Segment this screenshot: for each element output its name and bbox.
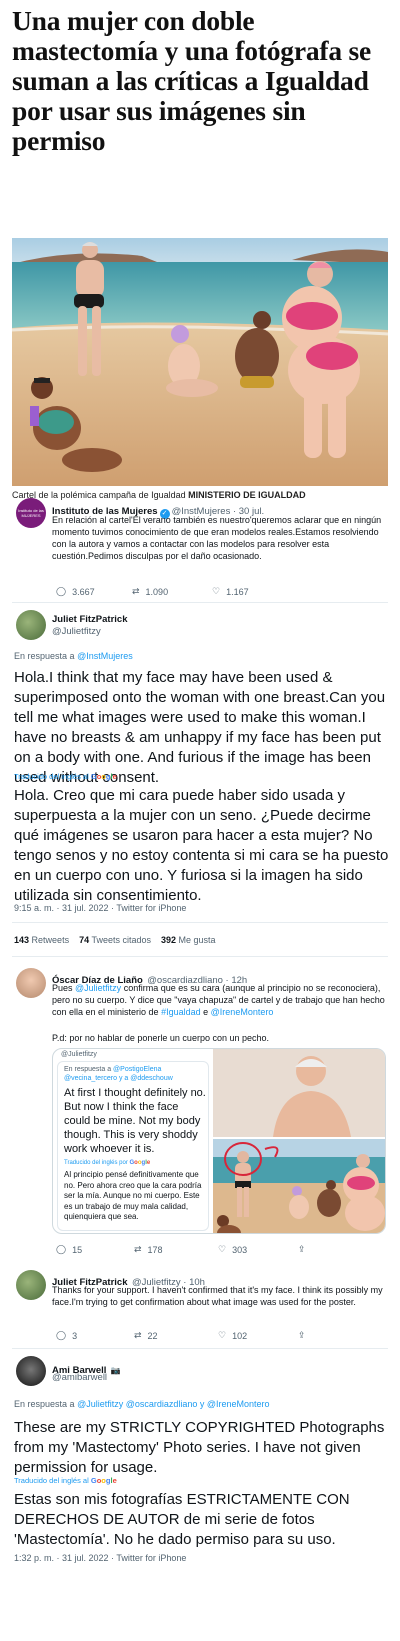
embed-handle: @Julietfitzy: [61, 1051, 97, 1058]
hashtag-igualdad[interactable]: #Igualdad: [161, 1007, 201, 1017]
reply-icon: ◯: [56, 586, 67, 596]
retweet-count: 178: [147, 1244, 163, 1255]
instituto-mujeres-avatar[interactable]: Instituto de las MUJERES: [16, 498, 46, 528]
tweet2-name[interactable]: Juliet FitzPatrick: [52, 614, 128, 625]
ami-avatar[interactable]: [16, 1356, 46, 1386]
tweet4-text: Thanks for your support. I haven't confi…: [52, 1285, 383, 1307]
divider: [12, 602, 388, 603]
reply-icon: ◯: [56, 1244, 67, 1254]
tweet2-stats: 143 Retweets 74 Tweets citados 392 Me gu…: [14, 934, 216, 946]
share-button[interactable]: ⇪: [298, 1330, 306, 1341]
tweet2-translation: Hola. Creo que mi cara puede haber sido …: [14, 787, 389, 904]
retweet-button[interactable]: ⇄ 1.090: [132, 586, 212, 597]
campaign-poster-image: [12, 238, 388, 486]
retweet-icon: ⇄: [132, 586, 140, 596]
embed-beach-photo: [213, 1139, 385, 1233]
reply-button[interactable]: ◯ 15: [56, 1244, 134, 1255]
share-button[interactable]: ⇪: [298, 1244, 306, 1255]
caption-text: Cartel de la polémica campaña de Igualda…: [12, 490, 186, 500]
embed-portrait-photo: [213, 1049, 385, 1137]
share-icon: ⇪: [298, 1244, 306, 1254]
retweet-count: 1.090: [145, 586, 169, 597]
tweet3-actions: ◯ 15 ⇄ 178 ♡ 303 ⇪: [56, 1244, 336, 1255]
divider: [12, 922, 388, 923]
like-stat-count[interactable]: 392: [161, 935, 176, 945]
like-count: 1.167: [226, 586, 249, 597]
reply-count: 15: [72, 1244, 83, 1255]
tweet5-translation: Estas son mis fotografías ESTRICTAMENTE …: [14, 1491, 350, 1548]
embed-text: At first I thought definitely no. But no…: [64, 1087, 206, 1155]
reply-label: En respuesta a: [14, 1399, 75, 1409]
caption-credit: MINISTERIO DE IGUALDAD: [188, 490, 306, 500]
oscar-avatar[interactable]: [16, 968, 46, 998]
headline: Una mujer con doble mastectomía y una fo…: [12, 5, 372, 156]
tweet2-reply-context: En respuesta a @InstMujeres: [14, 650, 133, 662]
translated-label-text: Traducido del inglés al: [14, 772, 89, 781]
mention-irenemontero[interactable]: @IreneMontero: [211, 1007, 274, 1017]
embed-tweet-card: En respuesta a @PostigoElena @vecina_ter…: [57, 1061, 209, 1231]
quote-stat-label[interactable]: Tweets citados: [91, 935, 151, 945]
embed-reply-context: En respuesta a @PostigoElena: [64, 1066, 162, 1073]
heart-icon: ♡: [218, 1244, 227, 1254]
tweet5-text: These are my STRICTLY COPYRIGHTED Photog…: [14, 1419, 385, 1476]
like-button[interactable]: ♡ 1.167: [212, 586, 249, 597]
juliet-avatar[interactable]: [16, 1270, 46, 1300]
translated-label-text: Traducido del inglés al: [14, 1476, 89, 1485]
heart-icon: ♡: [212, 586, 221, 596]
avatar-logo-text: Instituto de las MUJERES: [18, 508, 44, 518]
google-logo: Google: [90, 1476, 117, 1485]
reply-label: En respuesta a: [14, 651, 75, 661]
mention-julietfitzy[interactable]: @Julietfitzy: [75, 983, 121, 993]
quote-stat-count[interactable]: 74: [79, 935, 89, 945]
tweet2-translated-label: Traducido del inglés al Google: [14, 772, 117, 781]
embed-translated-label: Traducido del inglés por Google: [64, 1160, 151, 1166]
tweet3-text: Pues @Julietfitzy confirma que es su car…: [52, 983, 385, 1017]
embedded-screenshot[interactable]: @Julietfitzy En respuesta a @PostigoElen…: [52, 1048, 386, 1234]
like-stat-label[interactable]: Me gusta: [179, 935, 216, 945]
like-button[interactable]: ♡ 102: [218, 1330, 298, 1341]
tweet5-reply-context: En respuesta a @Julietfitzy @oscardiazdl…: [14, 1398, 270, 1410]
divider: [12, 956, 388, 957]
google-logo: Google: [90, 772, 117, 781]
juliet-avatar[interactable]: [16, 610, 46, 640]
tweet1-actions: ◯ 3.667 ⇄ 1.090 ♡ 1.167: [56, 586, 296, 597]
like-count: 102: [232, 1330, 248, 1341]
tweet2-meta: 9:15 a. m. · 31 jul. 2022 · Twitter for …: [14, 903, 187, 913]
reply-button[interactable]: ◯ 3: [56, 1330, 134, 1341]
embed-translation: Al principio pensé definitivamente que n…: [64, 1170, 202, 1221]
retweet-icon: ⇄: [134, 1330, 142, 1340]
retweet-count: 22: [147, 1330, 158, 1341]
retweet-stat-count[interactable]: 143: [14, 935, 29, 945]
tweet5-translated-label: Traducido del inglés al Google: [14, 1476, 117, 1485]
reply-to-link[interactable]: @InstMujeres: [77, 651, 133, 661]
reply-count: 3.667: [72, 586, 95, 597]
tweet5-handle[interactable]: @amibarwell: [52, 1372, 107, 1383]
divider: [12, 1348, 388, 1349]
reply-icon: ◯: [56, 1330, 67, 1340]
retweet-stat-label[interactable]: Retweets: [32, 935, 70, 945]
image-caption: Cartel de la polémica campaña de Igualda…: [12, 490, 388, 500]
like-count: 303: [232, 1244, 248, 1255]
tweet1-text: En relación al cartel'El verano también …: [52, 515, 382, 561]
reply-button[interactable]: ◯ 3.667: [56, 586, 132, 597]
tweet2-text: Hola.I think that my face may have been …: [14, 669, 386, 786]
camera-icon: 📷: [110, 1366, 121, 1375]
tweet4-actions: ◯ 3 ⇄ 22 ♡ 102 ⇪: [56, 1330, 336, 1341]
retweet-button[interactable]: ⇄ 178: [134, 1244, 218, 1255]
tweet3-pd: P.d: por no hablar de ponerle un cuerpo …: [52, 1033, 269, 1043]
tweet5-meta: 1:32 p. m. · 31 jul. 2022 · Twitter for …: [14, 1553, 187, 1563]
reply-to-links[interactable]: @Julietfitzy @oscardiazdliano y @IreneMo…: [77, 1399, 270, 1409]
reply-count: 3: [72, 1330, 78, 1341]
retweet-button[interactable]: ⇄ 22: [134, 1330, 218, 1341]
tweet2-handle[interactable]: @Julietfitzy: [52, 626, 101, 637]
like-button[interactable]: ♡ 303: [218, 1244, 298, 1255]
share-icon: ⇪: [298, 1330, 306, 1340]
retweet-icon: ⇄: [134, 1244, 142, 1254]
heart-icon: ♡: [218, 1330, 227, 1340]
embed-reply-context-2: @vecina_tercero y a @ddeschouw: [64, 1075, 173, 1082]
